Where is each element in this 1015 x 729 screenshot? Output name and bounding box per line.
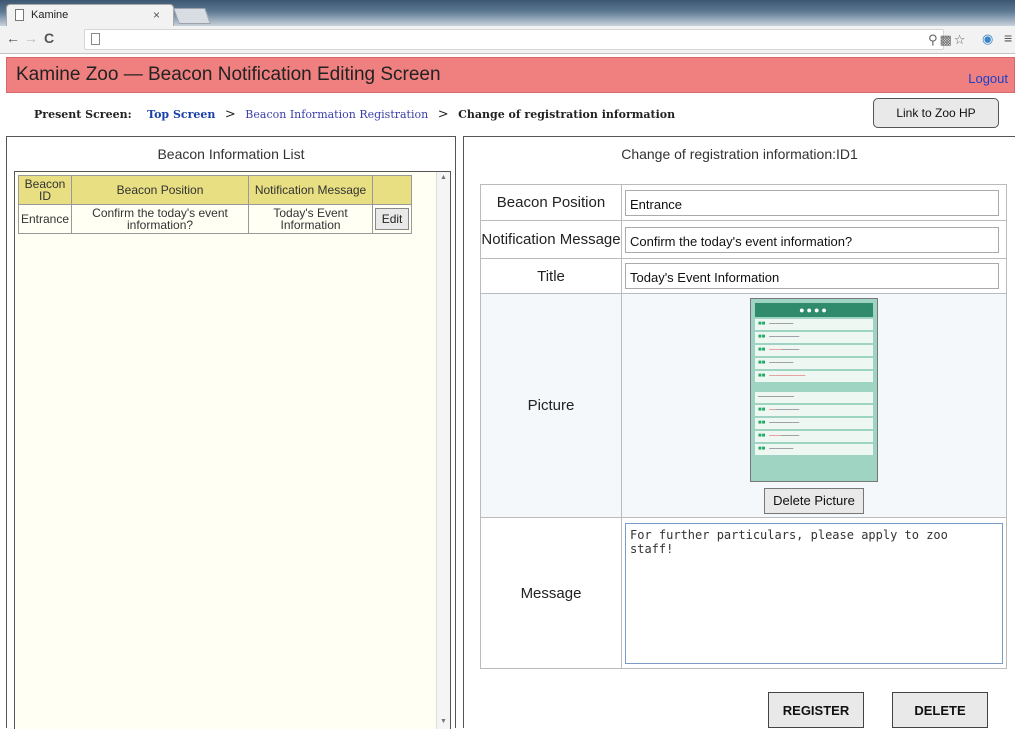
message-label: Message	[480, 517, 622, 669]
beacon-list-box: Beacon ID Beacon Position Notification M…	[14, 171, 451, 729]
list-scrollbar[interactable]: ▲ ▼	[436, 172, 450, 729]
scroll-down-icon[interactable]: ▼	[440, 718, 447, 725]
address-bar[interactable]	[84, 29, 944, 50]
picture-line: ■■ ————	[755, 357, 873, 369]
picture-cell: ●●●● ■■ ———— ■■ ————— ■■ ————— ■■ ———— ■■ ———…	[621, 293, 1007, 518]
picture-line: ■■ —————	[755, 430, 873, 442]
forward-icon[interactable]: →	[24, 30, 38, 46]
cell-beacon-id: Entrance	[17, 204, 73, 234]
breadcrumb-beacon-registration[interactable]: Beacon Information Registration	[245, 108, 428, 121]
breadcrumb-separator: >	[224, 107, 236, 122]
breadcrumb-label: Present Screen:	[34, 108, 132, 121]
picture-line: ■■ —————	[755, 404, 873, 416]
breadcrumb-separator: >	[437, 107, 449, 122]
event-picture: ●●●● ■■ ———— ■■ ————— ■■ ————— ■■ ———— ■■ ———…	[750, 297, 878, 482]
breadcrumb-current: Change of registration information	[458, 108, 676, 121]
edit-form: Beacon Position Entrance Notification Me…	[480, 184, 1007, 669]
tab-title: Kamine	[31, 9, 69, 21]
browser-toolbar: ← → C ⚲▩☆ ◉ ≡	[0, 26, 1015, 54]
list-panel-title: Beacon Information List	[157, 146, 305, 162]
picture-line: ■■ ——————	[755, 370, 873, 382]
browser-tab[interactable]: Kamine ×	[6, 4, 174, 26]
edit-panel-title: Change of registration information:ID1	[621, 146, 858, 162]
breadcrumb-top-screen[interactable]: Top Screen	[147, 108, 215, 121]
title-label: Title	[480, 258, 622, 294]
page-title: Kamine Zoo — Beacon Notification Editing…	[16, 64, 441, 85]
beacon-position-label: Beacon Position	[480, 184, 622, 221]
column-header-beacon-id: Beacon ID	[17, 175, 73, 205]
logout-link[interactable]: Logout	[968, 71, 1008, 86]
notification-message-label: Notification Message	[480, 220, 622, 259]
beacon-position-input[interactable]: Entrance	[625, 189, 999, 216]
register-button[interactable]: REGISTER	[768, 692, 864, 728]
edit-button[interactable]: Edit	[375, 208, 410, 230]
zoom-translate-bookmark-icons[interactable]: ⚲▩☆	[928, 32, 967, 48]
browser-tabstrip: Kamine ×	[0, 0, 1015, 26]
beacon-list-panel: Beacon Information List Beacon ID Beacon…	[6, 136, 456, 729]
close-tab-icon[interactable]: ×	[153, 8, 160, 22]
reload-icon[interactable]: C	[44, 30, 54, 46]
picture-line: ■■ —————	[755, 344, 873, 356]
column-header-message: Notification Message	[248, 175, 374, 205]
breadcrumb: Present Screen: Top Screen > Beacon Info…	[34, 107, 675, 122]
delete-button[interactable]: DELETE	[892, 692, 988, 728]
back-icon[interactable]: ←	[6, 30, 20, 46]
picture-line: ■■ ————	[755, 318, 873, 330]
menu-icon[interactable]: ≡	[1004, 30, 1012, 46]
picture-line: ■■ —————	[755, 331, 873, 343]
page-icon	[15, 9, 24, 21]
new-tab-button[interactable]	[173, 8, 211, 24]
zoo-hp-button[interactable]: Link to Zoo HP	[873, 98, 999, 128]
scroll-up-icon[interactable]: ▲	[440, 174, 447, 181]
edit-panel: Change of registration information:ID1 B…	[463, 136, 1015, 728]
title-input[interactable]: Today's Event Information	[625, 263, 999, 289]
picture-line: ■■ ————	[755, 443, 873, 455]
beacon-table: Beacon ID Beacon Position Notification M…	[17, 175, 413, 234]
column-header-position: Beacon Position	[71, 175, 250, 205]
cell-action: Edit	[372, 204, 413, 234]
column-header-action	[372, 175, 413, 205]
delete-picture-button[interactable]: Delete Picture	[764, 487, 864, 514]
message-textarea[interactable]: For further particulars, please apply to…	[625, 522, 1003, 664]
picture-label: Picture	[480, 293, 622, 518]
picture-header-band: ●●●●	[755, 302, 873, 317]
picture-line: ——————	[755, 391, 873, 403]
picture-line: ■■ —————	[755, 417, 873, 429]
table-row: Entrance Confirm the today's event infor…	[17, 204, 413, 234]
notification-message-input[interactable]: Confirm the today's event information?	[625, 226, 999, 253]
cell-position: Confirm the today's event information?	[71, 204, 250, 234]
cell-message: Today's Event Information	[248, 204, 374, 234]
page-icon	[91, 33, 100, 45]
camera-extension-icon[interactable]: ◉	[982, 31, 993, 47]
app-header: Kamine Zoo — Beacon Notification Editing…	[6, 57, 1015, 93]
